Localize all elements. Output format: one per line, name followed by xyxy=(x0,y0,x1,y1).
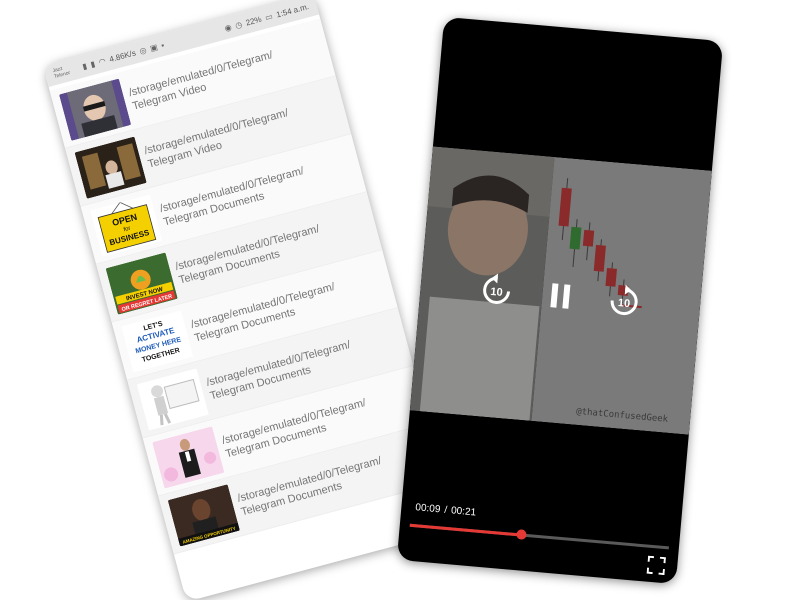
notification-icon: ▣ xyxy=(148,42,159,53)
document-thumbnail xyxy=(152,425,225,489)
video-thumbnail: AMAZING OPPORTUNITY xyxy=(167,483,240,547)
eye-icon: ◉ xyxy=(223,22,233,33)
file-list: /storage/emulated/0/Telegram/ Telegram V… xyxy=(49,14,445,555)
time-readout: 00:09 / 00:21 xyxy=(415,502,477,518)
current-time: 00:09 xyxy=(414,502,441,516)
screenshot-canvas: Jazz Telenor ▮ ▮ ◠ 4.86K/s ◎ ▣ ▪ ◉ ◷ 22%… xyxy=(0,0,800,600)
document-thumbnail xyxy=(136,367,209,431)
replay-10-icon: 10 xyxy=(483,273,511,304)
clock-time: 1:54 a.m. xyxy=(275,1,310,19)
duration: 00:21 xyxy=(450,505,477,519)
wifi-icon: ◠ xyxy=(97,55,107,67)
net-speed: 4.86K/s xyxy=(108,47,137,64)
signal-icon: ▮ xyxy=(89,58,97,69)
fullscreen-icon xyxy=(646,555,667,576)
replay-10-label: 10 xyxy=(490,286,503,299)
fullscreen-button[interactable] xyxy=(646,555,667,576)
document-thumbnail: OPEN for BUSINESS xyxy=(89,193,163,257)
battery-percent: 22% xyxy=(244,14,263,28)
seek-bar-handle[interactable] xyxy=(515,529,527,540)
video-thumbnail xyxy=(58,77,132,141)
pause-icon xyxy=(550,283,571,309)
time-separator: / xyxy=(443,504,448,516)
replay-10-button[interactable]: 10 xyxy=(477,271,516,310)
document-thumbnail: LET'S ACTIVATE MONEY HERE TOGETHER xyxy=(120,309,194,373)
carrier-label: Jazz Telenor xyxy=(52,61,84,80)
video-player-screen[interactable]: @thatConfusedGeek 10 10 00:09 / 00:21 xyxy=(396,16,724,585)
video-thumbnail xyxy=(74,135,147,199)
alarm-icon: ◷ xyxy=(234,19,244,30)
forward-10-icon: 10 xyxy=(610,284,638,316)
pause-button[interactable] xyxy=(541,277,580,316)
seek-bar-played xyxy=(409,523,522,537)
whatsapp-icon: ◎ xyxy=(138,45,148,56)
forward-10-label: 10 xyxy=(617,297,630,310)
forward-10-button[interactable]: 10 xyxy=(605,282,644,321)
battery-icon: ▭ xyxy=(263,11,274,22)
signal-icon: ▮ xyxy=(81,60,88,71)
seek-bar[interactable] xyxy=(409,523,669,550)
linkedin-icon: ▪ xyxy=(160,40,166,50)
file-browser-screen: Jazz Telenor ▮ ▮ ◠ 4.86K/s ◎ ▣ ▪ ◉ ◷ 22%… xyxy=(42,0,458,600)
document-thumbnail: INVEST NOW OR REGRET LATER xyxy=(105,251,178,315)
